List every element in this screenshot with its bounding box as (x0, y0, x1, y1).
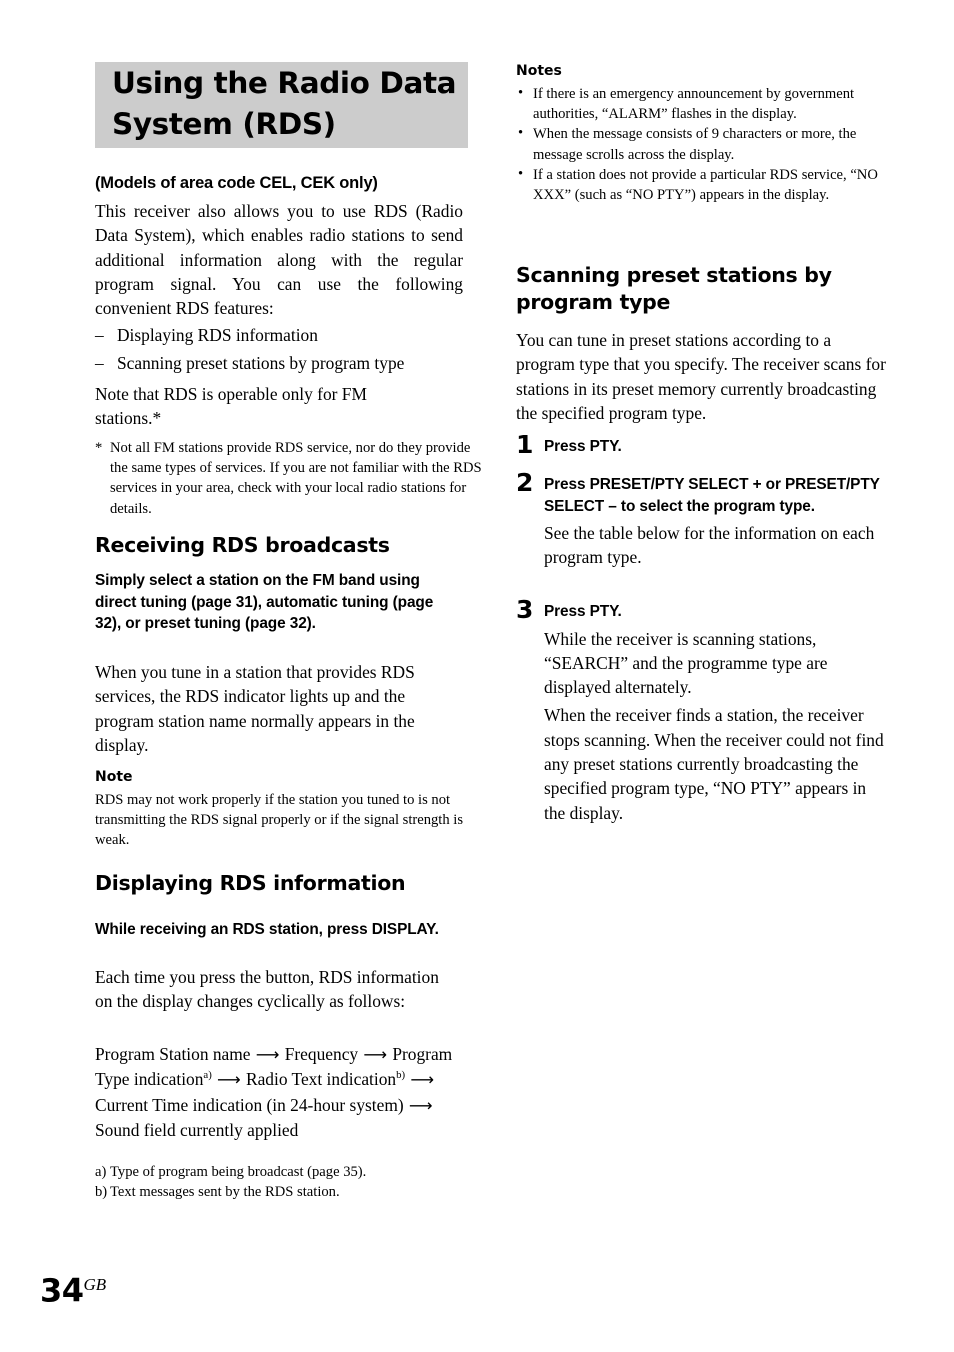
footnote-item: b) Text messages sent by the RDS station… (95, 1182, 469, 1202)
bullet-icon: • (518, 125, 524, 142)
list-item-label: If a station does not provide a particul… (533, 166, 878, 204)
models-area-code-note: (Models of area code CEL, CEK only) (95, 174, 378, 192)
step-title: Press PRESET/PTY SELECT + or PRESET/PTY … (544, 476, 880, 515)
bullet-icon: • (518, 165, 524, 182)
intro-paragraph: This receiver also allows you to use RDS… (95, 201, 463, 319)
rds-display-cycle-sequence: Program Station name ⟶ Frequency ⟶ Progr… (95, 1042, 463, 1142)
list-item: • When the message consists of 9 charact… (516, 124, 890, 164)
scanning-body-paragraph: You can tune in preset stations accordin… (516, 330, 886, 423)
feature-list: – Displaying RDS information – Scanning … (95, 323, 463, 376)
page-number-value: 34 (40, 1271, 84, 1310)
footnote-text: Type of program being broadcast (page 35… (110, 1164, 367, 1180)
step-content: Press PRESET/PTY SELECT + or PRESET/PTY … (544, 474, 890, 570)
step-number: 3 (516, 595, 534, 624)
list-item: • If there is an emergency announcement … (516, 84, 890, 124)
note-label: Note (95, 769, 133, 785)
page-number-suffix: GB (83, 1275, 107, 1294)
dash-marker: – (95, 353, 104, 374)
notes-label: Notes (516, 63, 562, 79)
step-content: Press PTY. While the receiver is scannin… (544, 601, 890, 825)
document-page: Using the Radio Data System (RDS) (Model… (0, 0, 954, 1352)
step-paragraph: When the receiver finds a station, the r… (544, 705, 884, 823)
step-title: Press PTY. (544, 438, 622, 455)
footnote-list: a) Type of program being broadcast (page… (95, 1162, 469, 1202)
cycle-step-footnote-marker: a) (203, 1069, 212, 1082)
step-1: 1 Press PTY. (516, 431, 890, 458)
bullet-icon: • (518, 85, 524, 101)
arrow-icon: ⟶ (250, 1045, 285, 1064)
displaying-body-paragraph: Each time you press the button, RDS info… (95, 967, 439, 1012)
footnote-item: a) Type of program being broadcast (page… (95, 1162, 469, 1182)
receiving-lead-instruction: Simply select a station on the FM band u… (95, 572, 434, 632)
note-body: RDS may not work properly if the station… (95, 792, 464, 849)
step-paragraph: See the table below for the information … (544, 523, 875, 568)
list-item-label: Displaying RDS information (117, 325, 318, 345)
cycle-step-label: Frequency (284, 1044, 359, 1064)
arrow-icon: ⟶ (405, 1070, 435, 1090)
arrow-icon: ⟶ (403, 1095, 433, 1115)
step-paragraph: While the receiver is scanning stations,… (544, 628, 828, 698)
cycle-step-label: Sound field currently applied (95, 1119, 299, 1140)
cycle-step-footnote-marker: b) (396, 1069, 406, 1082)
footnote-marker: b) (95, 1184, 108, 1201)
cycle-step-label: Program Station name (95, 1044, 251, 1064)
receiving-body-paragraph: When you tune in a station that provides… (95, 662, 415, 755)
list-item-label: When the message consists of 9 character… (533, 126, 857, 163)
displaying-lead-instruction: While receiving an RDS station, press DI… (95, 921, 439, 938)
asterisk-footnote: * Not all FM stations provide RDS servic… (95, 438, 482, 519)
list-item: – Scanning preset stations by program ty… (95, 351, 463, 375)
cycle-step-label: Radio Text indication (245, 1069, 397, 1090)
step-2: 2 Press PRESET/PTY SELECT + or PRESET/PT… (516, 469, 890, 570)
step-3: 3 Press PTY. While the receiver is scann… (516, 596, 890, 825)
asterisk-marker: * (95, 440, 103, 456)
list-item-label: If there is an emergency announcement by… (533, 86, 855, 123)
page-number: 34GB (40, 1268, 106, 1308)
step-content: Press PTY. (544, 436, 890, 458)
left-column: (Models of area code CEL, CEK only) This… (95, 0, 482, 1200)
arrow-icon: ⟶ (358, 1045, 393, 1064)
arrow-icon: ⟶ (211, 1070, 246, 1090)
footnote-marker: a) (95, 1164, 107, 1180)
step-title: Press PTY. (544, 603, 622, 620)
heading-scanning-preset-stations: Scanning preset stations by program type (516, 263, 832, 314)
heading-receiving-rds-broadcasts: Receiving RDS broadcasts (95, 533, 390, 557)
asterisk-footnote-text: Not all FM stations provide RDS service,… (110, 440, 482, 517)
step-number: 1 (516, 430, 534, 459)
dash-marker: – (95, 325, 104, 345)
footnote-text: Text messages sent by the RDS station. (110, 1184, 340, 1201)
heading-displaying-rds-information: Displaying RDS information (95, 871, 406, 895)
list-item-label: Scanning preset stations by program type (117, 353, 405, 374)
step-number: 2 (516, 468, 534, 497)
list-item: – Displaying RDS information (95, 323, 463, 347)
fm-only-note: Note that RDS is operable only for FM st… (95, 384, 367, 429)
list-item: • If a station does not provide a partic… (516, 165, 890, 205)
cycle-step-label: Current Time indication (in 24-hour syst… (95, 1094, 404, 1115)
notes-list: • If there is an emergency announcement … (516, 84, 890, 205)
